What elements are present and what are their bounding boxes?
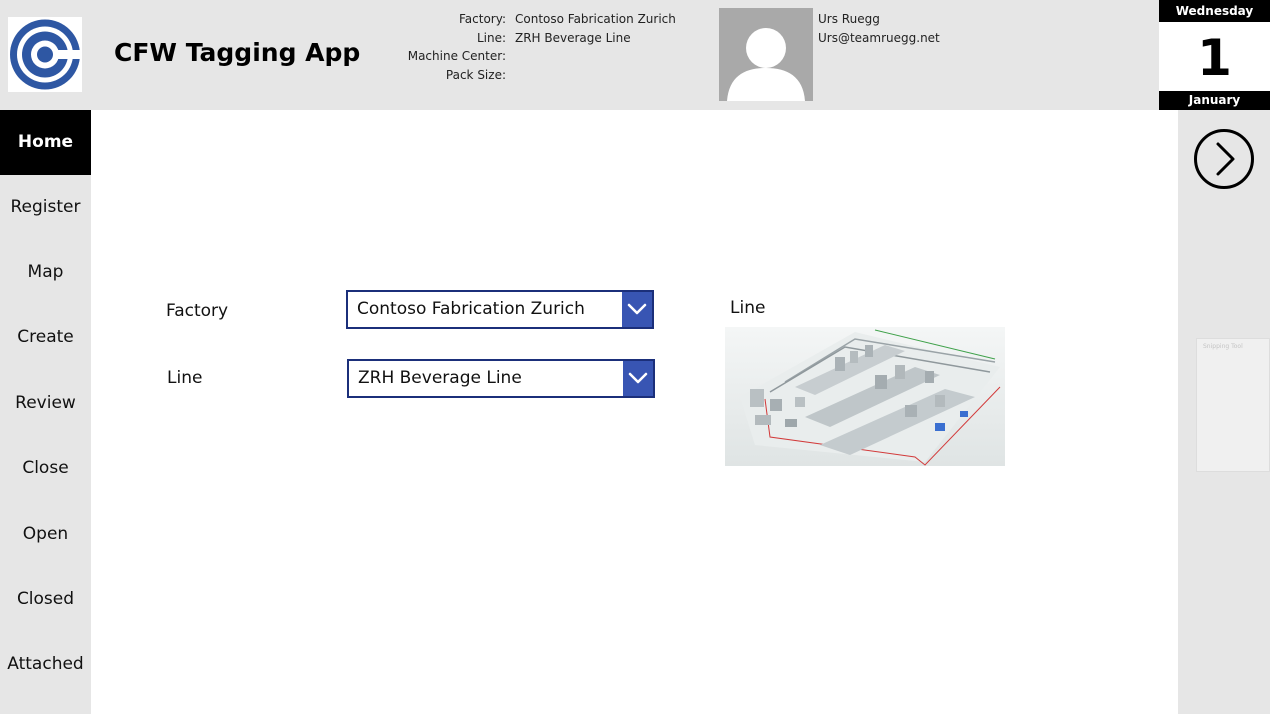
nav-item-review[interactable]: Review (0, 371, 91, 436)
machine-center-info-label: Machine Center: (407, 49, 506, 63)
factory-info-label: Factory: (458, 12, 506, 26)
line-info-value: ZRH Beverage Line (515, 30, 631, 45)
date-widget: Wednesday 1 January (1159, 0, 1270, 110)
context-values: Contoso Fabrication Zurich ZRH Beverage … (515, 10, 710, 84)
nav-item-close[interactable]: Close (0, 436, 91, 501)
calendar-weekday: Wednesday (1159, 0, 1270, 22)
factory-dropdown-toggle[interactable] (622, 292, 652, 327)
app-title: CFW Tagging App (114, 38, 361, 67)
sidebar-nav: Home Register Map Create Review Close Op… (0, 110, 91, 714)
nav-item-create[interactable]: Create (0, 305, 91, 370)
calendar-month: January (1159, 91, 1270, 110)
right-panel: Snipping Tool (1178, 110, 1270, 714)
user-avatar (719, 8, 813, 101)
chevron-down-icon (627, 303, 647, 315)
header-bar: CFW Tagging App Factory: Line: Machine C… (0, 0, 1159, 110)
snipping-tool-window[interactable]: Snipping Tool (1196, 338, 1270, 472)
line-label: Line (167, 368, 203, 388)
pack-size-info-value (515, 66, 710, 85)
line-info-label: Line: (476, 30, 506, 45)
factory-dropdown-value: Contoso Fabrication Zurich (357, 299, 585, 319)
machine-center-info-value (515, 47, 710, 66)
chevron-right-circle-icon (1194, 129, 1254, 189)
line-preview-title: Line (730, 298, 766, 318)
chevron-down-icon (628, 372, 648, 384)
snipping-tool-label: Snipping Tool (1203, 343, 1243, 350)
company-logo (8, 17, 83, 92)
factory-label: Factory (166, 301, 229, 321)
nav-item-register[interactable]: Register (0, 175, 91, 240)
line-dropdown-toggle[interactable] (623, 361, 653, 396)
context-labels: Factory: Line: Machine Center: Pack Size… (380, 10, 506, 84)
nav-item-attached[interactable]: Attached (0, 632, 91, 697)
nav-item-home[interactable]: Home (0, 110, 91, 175)
nav-item-open[interactable]: Open (0, 502, 91, 567)
line-dropdown[interactable]: ZRH Beverage Line (347, 359, 655, 398)
factory-info-value: Contoso Fabrication Zurich (515, 12, 676, 26)
user-email: Urs@teamruegg.net (818, 30, 940, 45)
next-button[interactable] (1193, 128, 1255, 190)
factory-dropdown[interactable]: Contoso Fabrication Zurich (346, 290, 654, 329)
pack-size-info-label: Pack Size: (445, 67, 506, 82)
calendar-day: 1 (1197, 29, 1232, 87)
nav-item-closed[interactable]: Closed (0, 567, 91, 632)
production-line-image (725, 327, 1005, 466)
user-info: Urs Ruegg Urs@teamruegg.net (818, 10, 940, 47)
person-silhouette-icon (727, 28, 805, 101)
line-dropdown-value: ZRH Beverage Line (358, 368, 522, 388)
user-name: Urs Ruegg (818, 12, 880, 26)
nav-item-map[interactable]: Map (0, 240, 91, 305)
